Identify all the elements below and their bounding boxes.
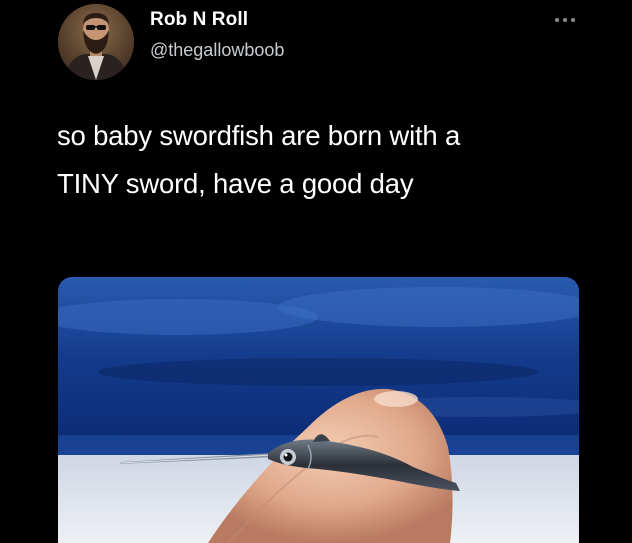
bearded-man-avatar-icon bbox=[58, 4, 134, 80]
more-horizontal-icon-dot bbox=[571, 18, 575, 22]
baby-swordfish-photo bbox=[58, 277, 579, 543]
avatar[interactable] bbox=[58, 4, 134, 80]
tweet-media-image[interactable] bbox=[58, 277, 579, 543]
more-horizontal-icon-dot bbox=[563, 18, 567, 22]
username-handle[interactable]: @thegallowboob bbox=[150, 40, 284, 61]
tweet: Rob N Roll @thegallowboob so baby swordf… bbox=[0, 0, 632, 543]
tweet-text-line: TINY sword, have a good day bbox=[57, 168, 414, 199]
tweet-text: so baby swordfish are born with a TINY s… bbox=[57, 112, 577, 208]
display-name[interactable]: Rob N Roll bbox=[150, 9, 248, 31]
more-horizontal-icon bbox=[555, 18, 559, 22]
more-options-button[interactable] bbox=[553, 14, 577, 26]
tweet-text-line: so baby swordfish are born with a bbox=[57, 120, 461, 151]
